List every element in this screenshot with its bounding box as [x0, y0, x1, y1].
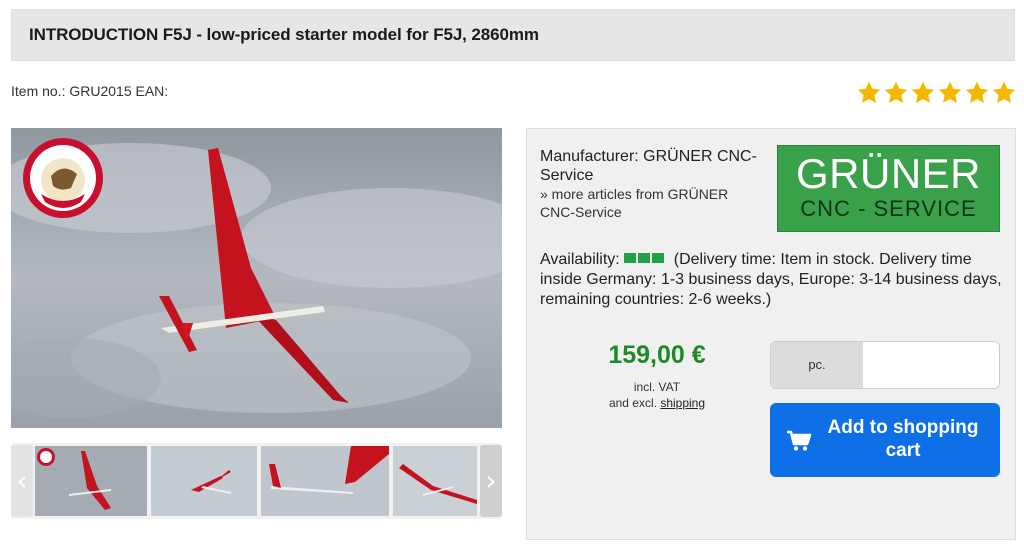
more-articles-link[interactable]: » more articles from GRÜNER CNC-Service: [540, 185, 765, 221]
star-icon: [857, 81, 881, 103]
star-icon: [911, 81, 935, 103]
logo-line-2: CNC - SERVICE: [800, 196, 977, 221]
quantity-field: pc.: [770, 341, 1000, 389]
quantity-unit: pc.: [771, 342, 863, 388]
price: 159,00 €: [608, 341, 706, 369]
availability-info: Availability: (Delivery time: Item in sto…: [540, 249, 1010, 310]
cart-icon: [787, 430, 812, 451]
add-to-cart-label: Add to shopping cart: [827, 417, 979, 461]
add-to-cart-button[interactable]: Add to shopping cart: [770, 403, 1000, 477]
chevron-left-icon[interactable]: ‹: [11, 445, 33, 517]
award-badge-icon: [23, 138, 103, 218]
manufacturer-label: Manufacturer: GRÜNER CNC-Service: [540, 148, 757, 184]
star-icon: [938, 81, 962, 103]
availability-indicator: [623, 249, 666, 269]
thumbnail-2[interactable]: [151, 446, 257, 516]
availability-label: Availability:: [540, 251, 620, 268]
rating-stars: [856, 80, 1017, 106]
product-title: INTRODUCTION F5J - low-priced starter mo…: [29, 25, 539, 44]
star-icon: [965, 81, 989, 103]
item-number: Item no.: GRU2015 EAN:: [11, 83, 169, 99]
vat-incl-text: incl. VAT: [633, 380, 681, 394]
thumbnail-strip: ‹ ›: [11, 443, 502, 519]
vat-excl-text: and excl.: [608, 396, 657, 410]
thumbnail-1[interactable]: [35, 446, 147, 516]
thumbnail-3[interactable]: [261, 446, 389, 516]
shipping-link[interactable]: shipping: [660, 396, 705, 410]
manufacturer-logo[interactable]: GRÜNER CNC - SERVICE: [777, 145, 1000, 232]
product-info-panel: Manufacturer: GRÜNER CNC-Service » more …: [526, 128, 1016, 540]
chevron-right-icon[interactable]: ›: [480, 445, 502, 517]
logo-line-1: GRÜNER: [795, 150, 981, 197]
thumbnail-4[interactable]: [393, 446, 477, 516]
star-icon: [884, 81, 908, 103]
main-product-image[interactable]: [11, 128, 502, 428]
vat-note: incl. VAT and excl. shipping: [567, 379, 747, 411]
quantity-input[interactable]: [863, 342, 999, 388]
product-title-bar: INTRODUCTION F5J - low-priced starter mo…: [11, 9, 1015, 61]
star-icon: [992, 81, 1016, 103]
